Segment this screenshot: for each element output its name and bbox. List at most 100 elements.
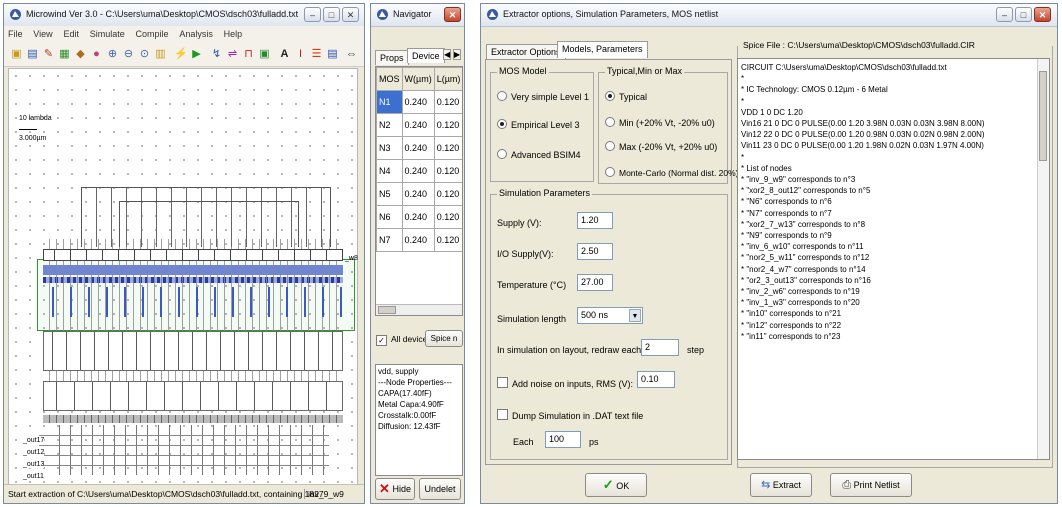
spice-button[interactable]: Spice n: [425, 330, 463, 347]
table-row[interactable]: N7 0.240 0.120: [376, 228, 462, 252]
dialog-close-button[interactable]: ✕: [1034, 7, 1051, 22]
layout-canvas[interactable]: 10 lambda 3.000µm _w8 _out17 _out12 _out…: [8, 68, 358, 486]
extract-button[interactable]: ⇆ Extract: [750, 473, 812, 497]
routing-top2: [119, 201, 299, 247]
new-file-icon[interactable]: ▣: [10, 48, 23, 61]
zoom-fit-icon[interactable]: ⊙: [138, 48, 151, 61]
diffusion-row: [43, 287, 343, 317]
move-icon[interactable]: ⇔: [345, 48, 358, 61]
hide-label: Hide: [392, 484, 411, 494]
netlist-line: * "inv_1_w3" corresponds to n°20: [741, 298, 860, 308]
print-netlist-button[interactable]: ⎙ Print Netlist: [830, 473, 912, 497]
chevron-down-icon[interactable]: ▼: [629, 309, 641, 322]
table-row[interactable]: N2 0.240 0.120: [376, 113, 462, 137]
radio-min[interactable]: Min (+20% Vt, -20% u0): [605, 117, 715, 128]
measure-icon[interactable]: ⚡: [174, 48, 188, 61]
maximize-button[interactable]: □: [323, 7, 340, 22]
radio-monte-carlo[interactable]: Monte-Carlo (Normal dist. 20%): [605, 167, 739, 178]
scroll-thumb[interactable]: [378, 306, 396, 314]
menu-file[interactable]: File: [4, 26, 27, 42]
each-unit: ps: [589, 437, 599, 447]
io-supply-input[interactable]: 2.50: [577, 243, 613, 260]
mos-cell: N1: [376, 90, 403, 114]
pen-icon[interactable]: ✎: [42, 48, 55, 61]
each-input[interactable]: 100: [545, 431, 581, 448]
paint-icon[interactable]: ●: [90, 48, 103, 61]
sim-length-select[interactable]: 500 ns ▼: [577, 307, 643, 324]
table-hscrollbar[interactable]: [376, 304, 462, 315]
table-row[interactable]: N1 0.240 0.120: [376, 90, 462, 114]
zoom-in-icon[interactable]: ⊕: [106, 48, 119, 61]
view-icon[interactable]: ▥: [154, 48, 167, 61]
add-noise-checkbox[interactable]: Add noise on inputs, RMS (V):: [497, 377, 633, 389]
vertical-scrollbar[interactable]: [1037, 59, 1049, 459]
tab-extractor-options[interactable]: Extractor Options: [486, 44, 566, 59]
undelete-button[interactable]: Undelet: [419, 478, 461, 500]
checkbox-box: ✓: [376, 335, 387, 346]
minimize-button[interactable]: –: [304, 7, 321, 22]
menu-view[interactable]: View: [29, 26, 56, 42]
checkmark-icon: ✓: [602, 477, 614, 492]
probe-icon[interactable]: ↯: [210, 48, 223, 61]
save-icon[interactable]: ▤: [26, 48, 39, 61]
dialog-maximize-button[interactable]: □: [1015, 7, 1032, 22]
tab-scroll-right-icon[interactable]: ▶: [453, 49, 462, 60]
checkbox-box: [497, 409, 508, 420]
temperature-input[interactable]: 27.00: [577, 274, 613, 291]
table-row[interactable]: N5 0.240 0.120: [376, 182, 462, 206]
fill-icon[interactable]: ◆: [74, 48, 87, 61]
close-button[interactable]: ✕: [342, 7, 359, 22]
tab-device[interactable]: Device: [407, 48, 445, 63]
connect-icon[interactable]: ⇌: [226, 48, 239, 61]
radio-max[interactable]: Max (-20% Vt, +20% u0): [605, 141, 717, 152]
netlist-line: * "in12" corresponds to n°22: [741, 320, 842, 330]
supply-input[interactable]: 1.20: [577, 212, 613, 229]
menu-analysis[interactable]: Analysis: [175, 26, 217, 42]
radio-level1[interactable]: Very simple Level 1: [497, 91, 589, 102]
netlist-line: Vin11 23 0 DC 0 PULSE(0.00 1.20 1.98N 0.…: [741, 141, 984, 151]
menu-help[interactable]: Help: [220, 26, 247, 42]
netlist-line: *: [741, 152, 745, 162]
zoom-out-icon[interactable]: ⊖: [122, 48, 135, 61]
netlist-line: Vin12 22 0 DC 0 PULSE(0.00 1.20 0.98N 0.…: [741, 130, 985, 140]
models-panel: MOS Model Very simple Level 1 Empirical …: [485, 59, 739, 465]
gate-row-top: [43, 249, 343, 261]
table-row[interactable]: N6 0.240 0.120: [376, 205, 462, 229]
netlist-line: Vin16 21 0 DC 0 PULSE(0.00 1.20 3.98N 0.…: [741, 119, 985, 129]
layer-icon[interactable]: ▦: [58, 48, 71, 61]
text-icon[interactable]: A: [278, 48, 291, 61]
dump-simulation-checkbox[interactable]: Dump Simulation in .DAT text file: [497, 409, 643, 421]
run-simulation-icon[interactable]: ▶: [190, 48, 203, 61]
ok-button[interactable]: ✓ OK: [585, 473, 647, 497]
radio-level3[interactable]: Empirical Level 3: [497, 119, 580, 130]
dialog-minimize-button[interactable]: –: [996, 7, 1013, 22]
noise-input[interactable]: 0.10: [637, 371, 675, 388]
menu-simulate[interactable]: Simulate: [86, 26, 129, 42]
radio-bsim4[interactable]: Advanced BSIM4: [497, 149, 581, 160]
mos-icon[interactable]: ⊓: [242, 48, 255, 61]
netlist-line: *: [741, 74, 745, 84]
menu-edit[interactable]: Edit: [59, 26, 83, 42]
palette-icon[interactable]: ▤: [326, 48, 339, 61]
radio-typical[interactable]: Typical: [605, 91, 647, 102]
sim-params-group: Simulation Parameters Supply (V): 1.20 I…: [490, 188, 728, 460]
navigator-close-button[interactable]: ✕: [444, 7, 461, 22]
tab-props[interactable]: Props: [375, 50, 409, 65]
redraw-unit: step: [687, 345, 705, 355]
menu-compile[interactable]: Compile: [132, 26, 173, 42]
scroll-thumb[interactable]: [1039, 71, 1047, 161]
tab-models-parameters[interactable]: Models, Parameters: [557, 41, 648, 58]
contact-icon[interactable]: ▣: [258, 48, 271, 61]
hide-button[interactable]: ✕ Hide: [375, 478, 415, 500]
table-row[interactable]: N3 0.240 0.120: [376, 136, 462, 160]
device-table: MOS W(µm) L(µm) N1 0.240 0.120 N2 0.240 0.12…: [376, 67, 462, 252]
navigator-title-bar: Navigator ✕: [371, 4, 464, 27]
layers-stack-icon[interactable]: ☰: [310, 48, 323, 61]
table-row[interactable]: N4 0.240 0.120: [376, 159, 462, 183]
all-devices-checkbox[interactable]: ✓ All devices: [376, 334, 432, 346]
radio-label: Very simple Level 1: [511, 92, 590, 102]
redraw-input[interactable]: 2: [641, 339, 679, 356]
tab-scroll-left-icon[interactable]: ◀: [443, 49, 452, 60]
ruler-icon[interactable]: Ι: [294, 48, 307, 61]
spice-netlist-text[interactable]: CIRCUIT C:\Users\uma\Desktop\CMOS\dsch03…: [737, 58, 1050, 460]
